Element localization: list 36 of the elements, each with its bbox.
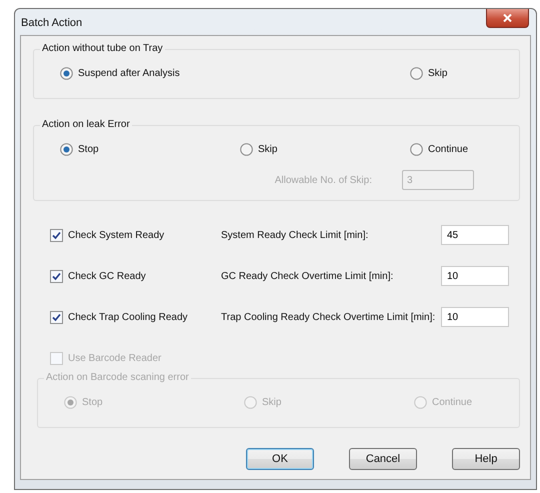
- close-button[interactable]: [486, 9, 529, 28]
- checkbox-label: Check System Ready: [68, 230, 164, 240]
- close-icon: [503, 14, 512, 22]
- radio-label: Continue: [432, 396, 472, 408]
- group-title: Action on leak Error: [40, 119, 132, 130]
- checkbox[interactable]: [50, 228, 63, 242]
- limit-field[interactable]: 10: [441, 307, 509, 327]
- limit-field[interactable]: 10: [441, 266, 509, 286]
- limit-field[interactable]: 45: [441, 225, 509, 245]
- radio-button[interactable]: [410, 142, 423, 156]
- checkbox-label: Check Trap Cooling Ready: [68, 312, 188, 322]
- radio-label: Skip: [258, 144, 278, 154]
- radio-label: Continue: [428, 144, 468, 154]
- radio-label: Suspend after Analysis: [78, 68, 180, 78]
- checkbox-label: Check GC Ready: [68, 270, 146, 282]
- field-label: Allowable No. of Skip:: [274, 174, 372, 186]
- dialog-button[interactable]: Help: [452, 448, 520, 470]
- radio-label: Stop: [78, 144, 99, 154]
- radio-label: Skip: [262, 396, 282, 408]
- checkbox[interactable]: [50, 310, 63, 324]
- dialog-button[interactable]: OK: [246, 448, 314, 470]
- radio-button[interactable]: [60, 142, 73, 156]
- checkbox[interactable]: [50, 270, 63, 282]
- field-label: System Ready Check Limit [min]:: [221, 230, 370, 240]
- radio-button[interactable]: [410, 66, 423, 80]
- radio-button[interactable]: [60, 66, 73, 80]
- radio-label: Skip: [428, 68, 448, 78]
- radio-button[interactable]: [240, 142, 253, 156]
- group-title: Action on Barcode scaning error: [44, 372, 191, 383]
- field-label: GC Ready Check Overtime Limit [min]:: [221, 270, 394, 282]
- group-title: Action without tube on Tray: [40, 43, 165, 54]
- window-title: Batch Action: [21, 17, 82, 29]
- radio-label: Stop: [82, 396, 103, 408]
- dialog-button[interactable]: Cancel: [349, 448, 417, 470]
- checkbox-label: Use Barcode Reader: [68, 352, 162, 364]
- field-label: Trap Cooling Ready Check Overtime Limit [min]:: [221, 312, 436, 322]
